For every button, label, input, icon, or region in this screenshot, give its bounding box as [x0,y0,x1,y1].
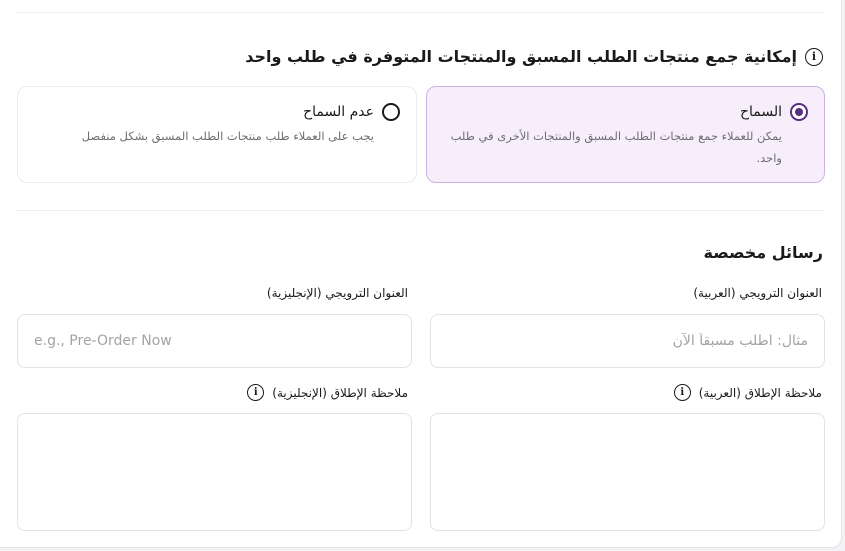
launch-note-en-label: ملاحظة الإطلاق (الإنجليزية) i [247,384,408,401]
custom-messages-heading: رسائل مخصصة [704,243,823,262]
section-divider [16,210,825,211]
disallow-option[interactable]: عدم السماح يجب على العملاء طلب منتجات ال… [17,86,417,183]
settings-card: إمكانية جمع منتجات الطلب المسبق والمنتجا… [0,0,842,548]
allow-option-label: السماح [739,104,782,120]
launch-note-en-textarea[interactable] [17,413,412,531]
promo-title-en-label: العنوان الترويجي (الإنجليزية) [267,286,408,300]
launch-note-ar-label-text: ملاحظة الإطلاق (العربية) [698,385,822,400]
allow-option-title-row: السماح [740,103,808,121]
launch-note-ar-label: ملاحظة الإطلاق (العربية) i [673,384,822,401]
launch-note-en-label-text: ملاحظة الإطلاق (الإنجليزية) [272,385,408,400]
info-icon[interactable]: i [805,47,823,66]
info-icon[interactable]: i [247,384,265,401]
promo-title-ar-label: العنوان الترويجي (العربية) [693,286,822,300]
disallow-radio[interactable] [382,103,400,121]
disallow-option-description: يجب على العملاء طلب منتجات الطلب المسبق … [81,129,374,143]
combine-orders-heading: إمكانية جمع منتجات الطلب المسبق والمنتجا… [245,47,823,66]
disallow-option-title-row: عدم السماح [303,103,400,121]
disallow-option-label: عدم السماح [303,104,374,120]
top-divider [16,12,825,13]
allow-radio[interactable] [790,103,808,121]
info-icon[interactable]: i [673,384,691,401]
promo-title-en-label-text: العنوان الترويجي (الإنجليزية) [266,286,408,300]
launch-note-ar-textarea[interactable] [430,413,825,531]
allow-option[interactable]: السماح يمكن للعملاء جمع منتجات الطلب الم… [426,86,825,183]
combine-orders-title: إمكانية جمع منتجات الطلب المسبق والمنتجا… [245,47,797,66]
custom-messages-title: رسائل مخصصة [703,243,823,262]
promo-title-ar-input[interactable] [430,314,825,368]
allow-option-description: يمكن للعملاء جمع منتجات الطلب المسبق وال… [450,129,782,165]
promo-title-ar-label-text: العنوان الترويجي (العربية) [693,286,822,300]
promo-title-en-input[interactable] [17,314,412,368]
